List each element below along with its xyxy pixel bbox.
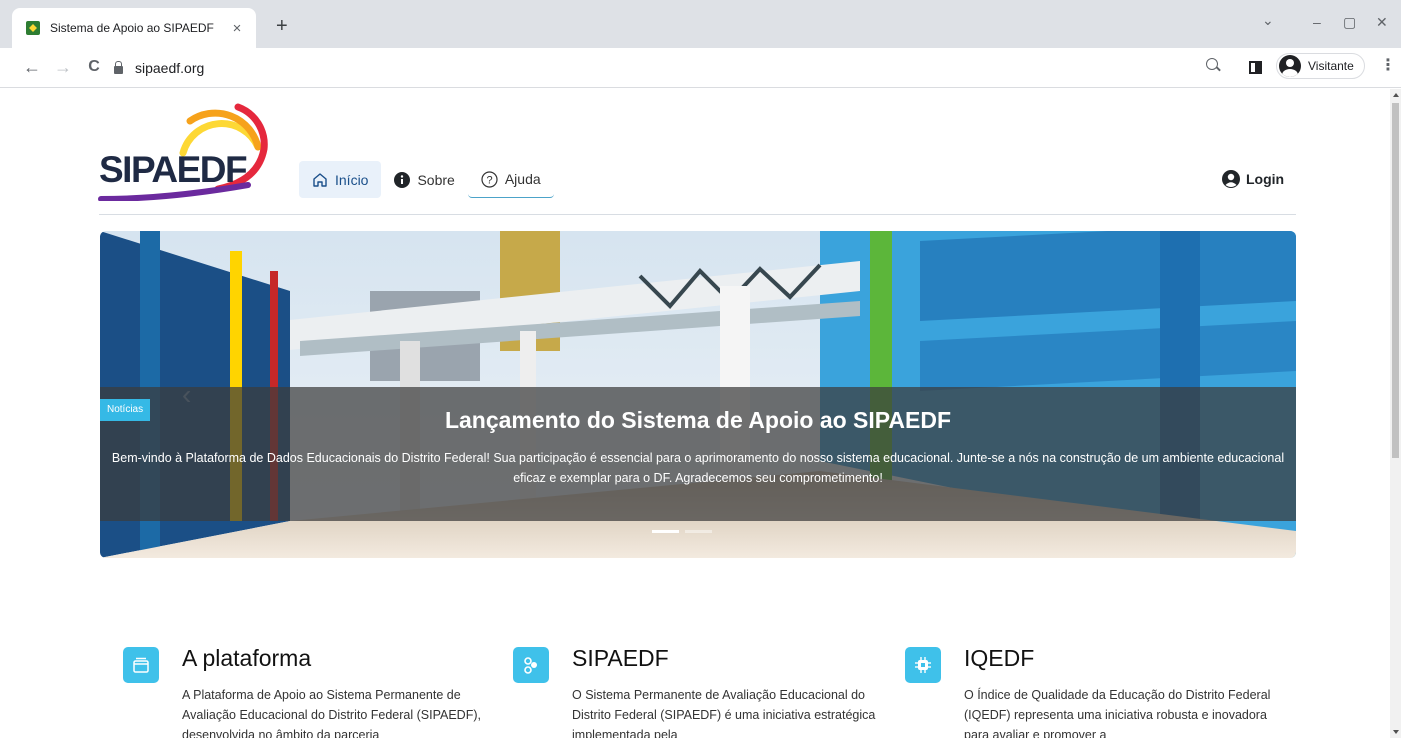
scroll-down-icon[interactable] bbox=[1393, 730, 1399, 734]
page-scrollbar[interactable] bbox=[1390, 89, 1401, 738]
svg-text:?: ? bbox=[486, 174, 492, 186]
new-tab-button[interactable]: + bbox=[276, 16, 288, 36]
site-logo[interactable]: SIPAEDF bbox=[98, 103, 268, 202]
profile-name: Visitante bbox=[1308, 59, 1354, 73]
browser-menu-icon[interactable]: ⋮ bbox=[1380, 56, 1396, 76]
tab-title: Sistema de Apoio ao SIPAEDF bbox=[50, 21, 214, 35]
carousel-indicator-2[interactable] bbox=[685, 530, 712, 533]
carousel-indicator-1[interactable] bbox=[652, 530, 679, 533]
feature-title: A plataforma bbox=[182, 645, 312, 671]
nav-ajuda-label: Ajuda bbox=[504, 171, 541, 187]
browser-chrome: Sistema de Apoio ao SIPAEDF × + ⌄ – ▢ ✕ … bbox=[0, 0, 1401, 88]
login-label: Login bbox=[1246, 171, 1285, 187]
url-text[interactable]: sipaedf.org bbox=[135, 60, 204, 76]
feature-text: A Plataforma de Apoio ao Sistema Permane… bbox=[182, 688, 481, 738]
nav-ajuda[interactable]: ? Ajuda bbox=[467, 161, 554, 198]
header-divider bbox=[99, 214, 1296, 215]
home-icon bbox=[312, 172, 328, 188]
nav-sobre[interactable]: Sobre bbox=[381, 161, 467, 198]
reload-button[interactable]: C bbox=[82, 56, 106, 78]
zoom-icon[interactable] bbox=[1206, 58, 1218, 70]
lock-icon bbox=[114, 61, 123, 74]
login-link[interactable]: Login bbox=[1222, 170, 1284, 188]
side-panel-icon[interactable] bbox=[1249, 61, 1262, 74]
close-window-button[interactable]: ✕ bbox=[1376, 14, 1388, 31]
info-icon bbox=[394, 171, 411, 188]
main-nav: Início Sobre ? Ajuda bbox=[299, 161, 554, 198]
browser-toolbar: ← → C sipaedf.org Visitante ⋮ bbox=[0, 48, 1401, 88]
tab-close-icon[interactable]: × bbox=[228, 20, 246, 37]
feature-text: O Índice de Qualidade da Educação do Dis… bbox=[964, 688, 1271, 738]
favicon-icon bbox=[26, 21, 40, 35]
help-icon: ? bbox=[481, 170, 498, 188]
chip-icon bbox=[905, 647, 941, 683]
tab-strip: Sistema de Apoio ao SIPAEDF × + ⌄ – ▢ ✕ bbox=[0, 0, 1401, 48]
window-icon bbox=[123, 647, 159, 683]
feature-text: O Sistema Permanente de Avaliação Educac… bbox=[572, 688, 876, 738]
user-circle-icon bbox=[1222, 170, 1240, 188]
restore-button[interactable]: ▢ bbox=[1343, 14, 1356, 31]
avatar-icon bbox=[1279, 55, 1301, 77]
page-content: SIPAEDF Início Sobre ? Ajuda Login Notíc… bbox=[0, 89, 1390, 738]
carousel-body: Bem-vindo à Plataforma de Dados Educacio… bbox=[111, 451, 1285, 485]
address-bar[interactable]: sipaedf.org bbox=[114, 54, 1244, 82]
scroll-up-icon[interactable] bbox=[1393, 93, 1399, 97]
back-button[interactable]: ← bbox=[20, 56, 44, 78]
minimize-button[interactable]: – bbox=[1313, 14, 1321, 30]
nav-inicio[interactable]: Início bbox=[299, 161, 382, 198]
scrollbar-thumb[interactable] bbox=[1392, 103, 1399, 458]
tab-search-icon[interactable]: ⌄ bbox=[1262, 12, 1274, 29]
forward-button[interactable]: → bbox=[51, 56, 75, 78]
news-carousel[interactable]: ‹ Notícias Lançamento do Sistema de Apoi… bbox=[100, 231, 1296, 558]
carousel-title: Lançamento do Sistema de Apoio ao SIPAED… bbox=[444, 407, 952, 433]
browser-tab[interactable]: Sistema de Apoio ao SIPAEDF × bbox=[12, 8, 256, 48]
nodes-icon bbox=[513, 647, 549, 683]
nav-sobre-label: Sobre bbox=[417, 171, 455, 188]
logo-text: SIPAEDF bbox=[99, 149, 248, 190]
nav-inicio-label: Início bbox=[335, 171, 369, 188]
feature-title: SIPAEDF bbox=[572, 645, 669, 671]
carousel-indicators bbox=[652, 530, 712, 533]
feature-title: IQEDF bbox=[964, 645, 1035, 671]
profile-button[interactable]: Visitante bbox=[1276, 53, 1365, 79]
